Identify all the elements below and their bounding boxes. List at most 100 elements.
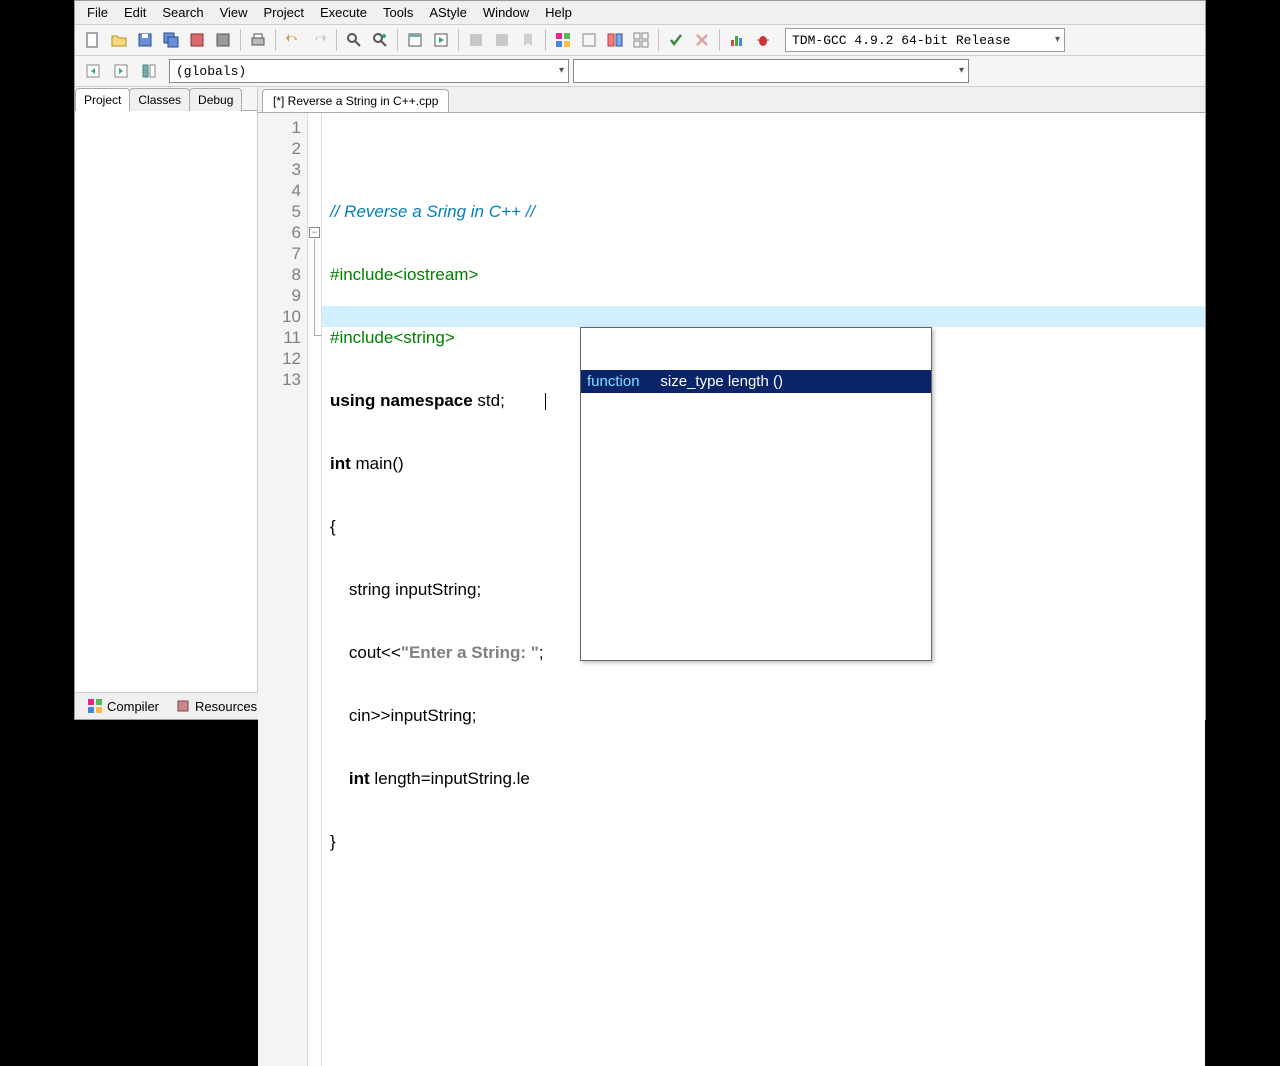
- body-area: Project Classes Debug [*] Reverse a Stri…: [75, 87, 1205, 692]
- undo-icon[interactable]: [281, 28, 305, 52]
- menu-execute[interactable]: Execute: [312, 3, 375, 22]
- code-line: int length=inputString.le: [330, 768, 1205, 789]
- side-tabs: Project Classes Debug: [75, 87, 257, 110]
- preproc-text: <iostream>: [393, 265, 478, 284]
- fold-gutter: −: [308, 113, 322, 1066]
- close-file-icon[interactable]: [211, 28, 235, 52]
- separator-icon: [545, 29, 546, 51]
- fold-toggle-icon[interactable]: −: [309, 227, 320, 238]
- line-number: 12: [258, 348, 301, 369]
- run-icon[interactable]: [429, 28, 453, 52]
- menu-view[interactable]: View: [212, 3, 256, 22]
- replace-icon[interactable]: [368, 28, 392, 52]
- preproc-text: <string>: [393, 328, 454, 347]
- keyword-text: namespace: [380, 391, 473, 410]
- separator-icon: [240, 29, 241, 51]
- separator-icon: [336, 29, 337, 51]
- code-text: length=inputString.le: [370, 769, 530, 788]
- autocomplete-kind: function: [587, 373, 640, 390]
- line-number: 6: [258, 222, 301, 243]
- line-number: 5: [258, 201, 301, 222]
- separator-icon: [658, 29, 659, 51]
- file-tab-active[interactable]: [*] Reverse a String in C++.cpp: [262, 89, 449, 112]
- code-text: string inputString;: [330, 580, 481, 599]
- grid1-icon[interactable]: [551, 28, 575, 52]
- grid3-icon[interactable]: [603, 28, 627, 52]
- nav-fwd-icon[interactable]: [109, 59, 133, 83]
- separator-icon: [275, 29, 276, 51]
- cancel-icon[interactable]: [690, 28, 714, 52]
- code-text: ;: [539, 643, 544, 662]
- line-number: 10: [258, 306, 301, 327]
- print-icon[interactable]: [246, 28, 270, 52]
- code-text: }: [330, 832, 336, 851]
- code-line: [330, 894, 1205, 915]
- side-tab-classes[interactable]: Classes: [129, 88, 190, 111]
- menu-bar: File Edit Search View Project Execute To…: [75, 1, 1205, 24]
- menu-search[interactable]: Search: [154, 3, 211, 22]
- code-text: [330, 769, 349, 788]
- grid4-icon[interactable]: [629, 28, 653, 52]
- comment-text: // Reverse a Sring in C++ //: [330, 202, 535, 221]
- resources-icon: [175, 698, 191, 714]
- compile-icon[interactable]: [403, 28, 427, 52]
- bottom-tab-resources[interactable]: Resources: [169, 696, 263, 716]
- grid2-icon[interactable]: [577, 28, 601, 52]
- nav-back-icon[interactable]: [81, 59, 105, 83]
- new-file-icon[interactable]: [81, 28, 105, 52]
- scope-member-select[interactable]: [573, 59, 969, 83]
- code-content[interactable]: // Reverse a Sring in C++ // #include<io…: [322, 113, 1205, 1066]
- autocomplete-item[interactable]: function size_type length (): [581, 370, 931, 393]
- compiler-select[interactable]: TDM-GCC 4.9.2 64-bit Release: [785, 28, 1065, 52]
- goto-next-icon[interactable]: [490, 28, 514, 52]
- save-all-icon[interactable]: [159, 28, 183, 52]
- line-number: 2: [258, 138, 301, 159]
- code-line: // Reverse a Sring in C++ //: [330, 201, 1205, 222]
- save-project-icon[interactable]: [185, 28, 209, 52]
- bottom-tab-label: Compiler: [107, 699, 159, 714]
- line-number: 13: [258, 369, 301, 390]
- code-editor[interactable]: 1 2 3 4 5 6 7 8 9 10 11 12 13 −: [258, 112, 1205, 1066]
- menu-tools[interactable]: Tools: [375, 3, 421, 22]
- side-panel-content: [75, 110, 257, 692]
- side-tab-debug[interactable]: Debug: [189, 88, 242, 111]
- fold-end: [314, 335, 322, 336]
- goto-prev-icon[interactable]: [464, 28, 488, 52]
- code-text: cin>>inputString;: [330, 706, 476, 725]
- profile-icon[interactable]: [725, 28, 749, 52]
- open-file-icon[interactable]: [107, 28, 131, 52]
- check-icon[interactable]: [664, 28, 688, 52]
- menu-file[interactable]: File: [79, 3, 116, 22]
- fold-guide: [314, 239, 315, 335]
- editor-area: [*] Reverse a String in C++.cpp 1 2 3 4 …: [258, 87, 1205, 692]
- side-tab-project[interactable]: Project: [75, 88, 130, 111]
- line-gutter: 1 2 3 4 5 6 7 8 9 10 11 12 13: [258, 113, 308, 1066]
- save-icon[interactable]: [133, 28, 157, 52]
- separator-icon: [397, 29, 398, 51]
- code-text: std;: [473, 391, 505, 410]
- preproc-text: #include: [330, 265, 393, 284]
- bookmark-icon[interactable]: [516, 28, 540, 52]
- menu-astyle[interactable]: AStyle: [421, 3, 475, 22]
- line-number: 1: [258, 117, 301, 138]
- keyword-text: using: [330, 391, 375, 410]
- menu-window[interactable]: Window: [475, 3, 537, 22]
- line-number: 8: [258, 264, 301, 285]
- code-text: {: [330, 517, 336, 536]
- debug-icon[interactable]: [751, 28, 775, 52]
- redo-icon[interactable]: [307, 28, 331, 52]
- autocomplete-signature: size_type length (): [660, 373, 783, 390]
- autocomplete-popup[interactable]: function size_type length (): [580, 327, 932, 661]
- line-number: 4: [258, 180, 301, 201]
- menu-project[interactable]: Project: [256, 3, 312, 22]
- string-text: "Enter a String: ": [401, 643, 539, 662]
- find-icon[interactable]: [342, 28, 366, 52]
- line-number: 7: [258, 243, 301, 264]
- menu-edit[interactable]: Edit: [116, 3, 154, 22]
- menu-help[interactable]: Help: [537, 3, 580, 22]
- bottom-tab-compiler[interactable]: Compiler: [81, 696, 165, 716]
- scope-global-select[interactable]: (globals): [169, 59, 569, 83]
- main-toolbar: TDM-GCC 4.9.2 64-bit Release: [75, 24, 1205, 56]
- line-number: 11: [258, 327, 301, 348]
- toggle-panel-icon[interactable]: [137, 59, 161, 83]
